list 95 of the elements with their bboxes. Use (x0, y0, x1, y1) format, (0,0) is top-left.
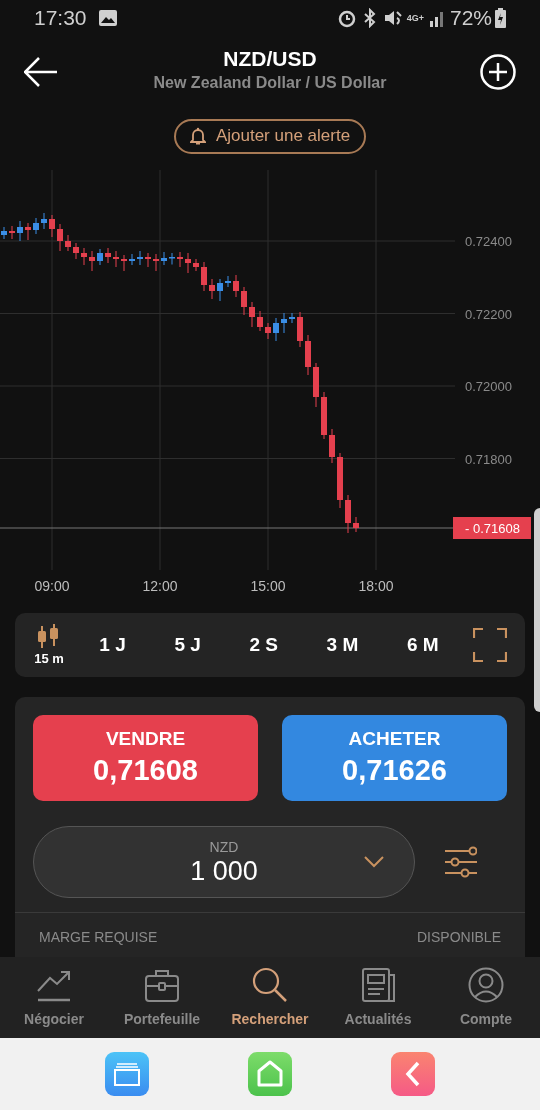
candlestick (89, 250, 95, 272)
candlestick (73, 242, 79, 260)
candlestick (281, 312, 287, 334)
candlestick (193, 258, 199, 272)
time-tick-label: 09:00 (34, 578, 70, 594)
candlestick (49, 214, 55, 238)
candlestick-icon (37, 623, 61, 651)
candlestick (257, 310, 263, 332)
candlestick (201, 261, 207, 292)
bell-icon (189, 126, 206, 146)
candlestick (265, 322, 271, 340)
candlestick (137, 250, 143, 266)
alarm-icon (336, 8, 357, 28)
candlestick (241, 286, 247, 316)
candlestick (177, 251, 183, 268)
price-tick-label: 0.72000 (465, 379, 512, 394)
candlestick (25, 222, 31, 241)
mute-icon (382, 8, 403, 28)
nav-tab[interactable]: Rechercher (216, 957, 324, 1038)
battery-percent: 72% (449, 5, 492, 32)
add-alert-button[interactable]: Ajouter une alerte (173, 118, 367, 154)
signal-icon (429, 9, 446, 27)
back-arrow-icon[interactable] (24, 57, 58, 87)
search-icon (252, 967, 288, 1003)
candlestick (33, 217, 39, 235)
network-label: 4G+ (406, 13, 424, 23)
candlestick (169, 252, 175, 265)
candlestick (161, 251, 167, 266)
candlestick (273, 317, 279, 342)
candlestick (97, 248, 103, 266)
last-price-label: - 0.71608 (465, 521, 520, 536)
candlestick (321, 391, 327, 440)
amount-field[interactable]: NZD 1 000 (33, 826, 415, 898)
price-tick-label: 0.72200 (465, 306, 512, 322)
nav-tab[interactable]: Actualités (324, 957, 432, 1038)
candlestick (145, 252, 151, 268)
add-icon[interactable] (480, 54, 516, 90)
candlestick (41, 212, 47, 230)
candlestick (217, 278, 223, 302)
required-margin-label: MARGE REQUISE (39, 928, 158, 947)
candlestick (1, 226, 7, 240)
candlestick (81, 247, 87, 266)
range-tab[interactable]: 2 S (249, 630, 278, 660)
battery-icon (495, 8, 506, 28)
candlestick (65, 234, 71, 252)
nav-tab[interactable]: Portefeuille (108, 957, 216, 1038)
candlestick (209, 278, 215, 300)
candlestick (353, 516, 359, 533)
candle-interval-button[interactable]: 15 m (33, 623, 65, 667)
candlestick (305, 334, 311, 376)
pair-title: NZD/USD (223, 46, 317, 72)
person-circle-icon (468, 967, 504, 1003)
time-tick-label: 15:00 (250, 578, 286, 594)
candlestick (345, 494, 351, 534)
available-label: DISPONIBLE (416, 928, 501, 947)
pair-subtitle: New Zealand Dollar / US Dollar (153, 73, 387, 93)
candlestick (313, 362, 319, 408)
nav-tab[interactable]: Compte (432, 957, 540, 1038)
back-icon[interactable] (391, 1052, 436, 1096)
range-tab[interactable]: 6 M (406, 630, 439, 660)
candlestick (121, 254, 127, 272)
fullscreen-icon[interactable] (473, 628, 507, 662)
candlestick (9, 225, 15, 240)
range-tab[interactable]: 3 M (326, 630, 359, 660)
candlestick (17, 220, 23, 242)
candlestick (225, 275, 231, 288)
range-tab[interactable]: 5 J (174, 630, 201, 660)
recent-apps-icon[interactable] (104, 1052, 149, 1096)
candlestick (249, 301, 255, 328)
candlestick (105, 247, 111, 264)
buy-button[interactable]: ACHETER 0,71626 (282, 715, 507, 801)
time-tick-label: 18:00 (358, 578, 394, 594)
chevron-down-icon (364, 856, 384, 868)
time-tick-label: 12:00 (142, 578, 178, 594)
bluetooth-icon (362, 8, 377, 28)
price-tick-label: 0.72400 (465, 234, 512, 249)
candlestick (337, 452, 343, 509)
range-tab[interactable]: 1 J (99, 630, 126, 660)
sliders-icon[interactable] (445, 846, 477, 878)
candlestick (289, 312, 295, 324)
candlestick (57, 223, 63, 252)
status-time: 17:30 (34, 5, 87, 32)
candlestick (329, 428, 335, 464)
sell-button[interactable]: VENDRE 0,71608 (33, 715, 258, 801)
nav-tab[interactable]: Négocier (0, 957, 108, 1038)
newspaper-icon (360, 967, 396, 1003)
candlestick (153, 253, 159, 272)
candlestick (233, 274, 239, 298)
briefcase-icon (144, 967, 180, 1003)
candlestick (297, 311, 303, 348)
candlestick (113, 250, 119, 268)
candlestick (129, 253, 135, 266)
gallery-icon (98, 10, 117, 26)
candlestick (185, 252, 191, 274)
price-tick-label: 0.71800 (465, 451, 512, 467)
